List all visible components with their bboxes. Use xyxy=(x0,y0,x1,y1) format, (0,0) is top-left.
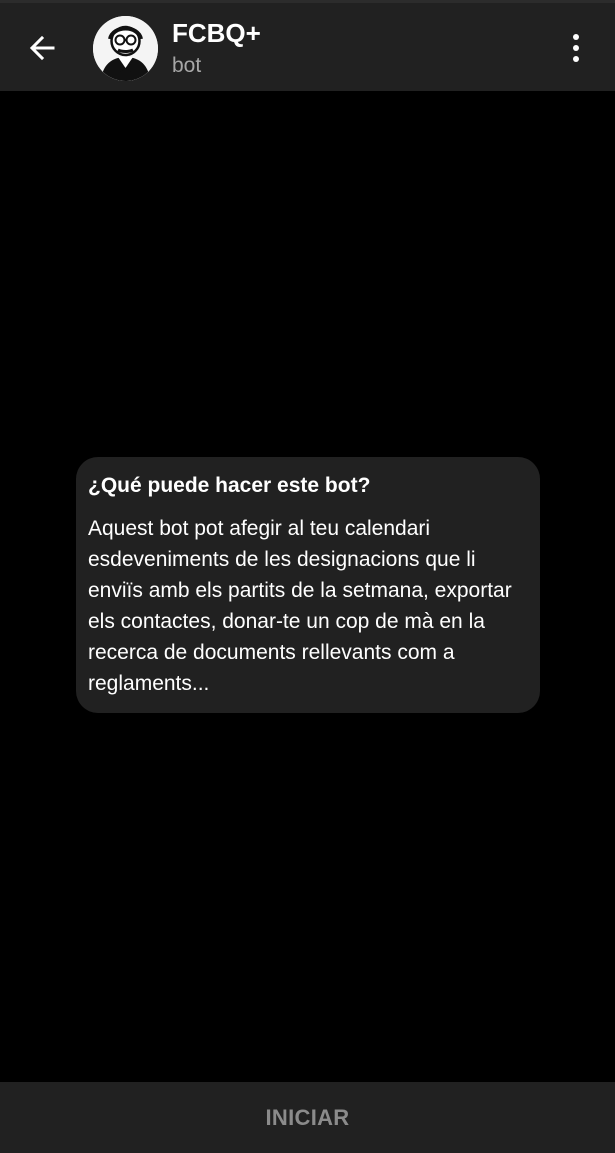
bot-info-description: Aquest bot pot afegir al teu calendari e… xyxy=(88,517,512,695)
bottom-action-bar: INICIAR xyxy=(0,1082,615,1153)
bot-avatar-icon xyxy=(93,16,158,81)
bot-info-title: ¿Qué puede hacer este bot? xyxy=(88,474,371,497)
start-button[interactable]: INICIAR xyxy=(248,1097,368,1139)
chat-subtitle: bot xyxy=(172,54,202,77)
back-button[interactable] xyxy=(24,31,62,69)
more-options-button[interactable] xyxy=(560,31,592,69)
arrow-left-icon xyxy=(28,33,58,68)
chat-header: FCBQ+ bot xyxy=(0,0,615,91)
bot-avatar[interactable] xyxy=(93,16,158,81)
bot-info-card: ¿Qué puede hacer este bot? Aquest bot po… xyxy=(76,457,540,713)
chat-area: ¿Qué puede hacer este bot? Aquest bot po… xyxy=(0,91,615,1082)
more-vertical-icon xyxy=(570,32,582,69)
chat-title: FCBQ+ xyxy=(172,18,261,48)
